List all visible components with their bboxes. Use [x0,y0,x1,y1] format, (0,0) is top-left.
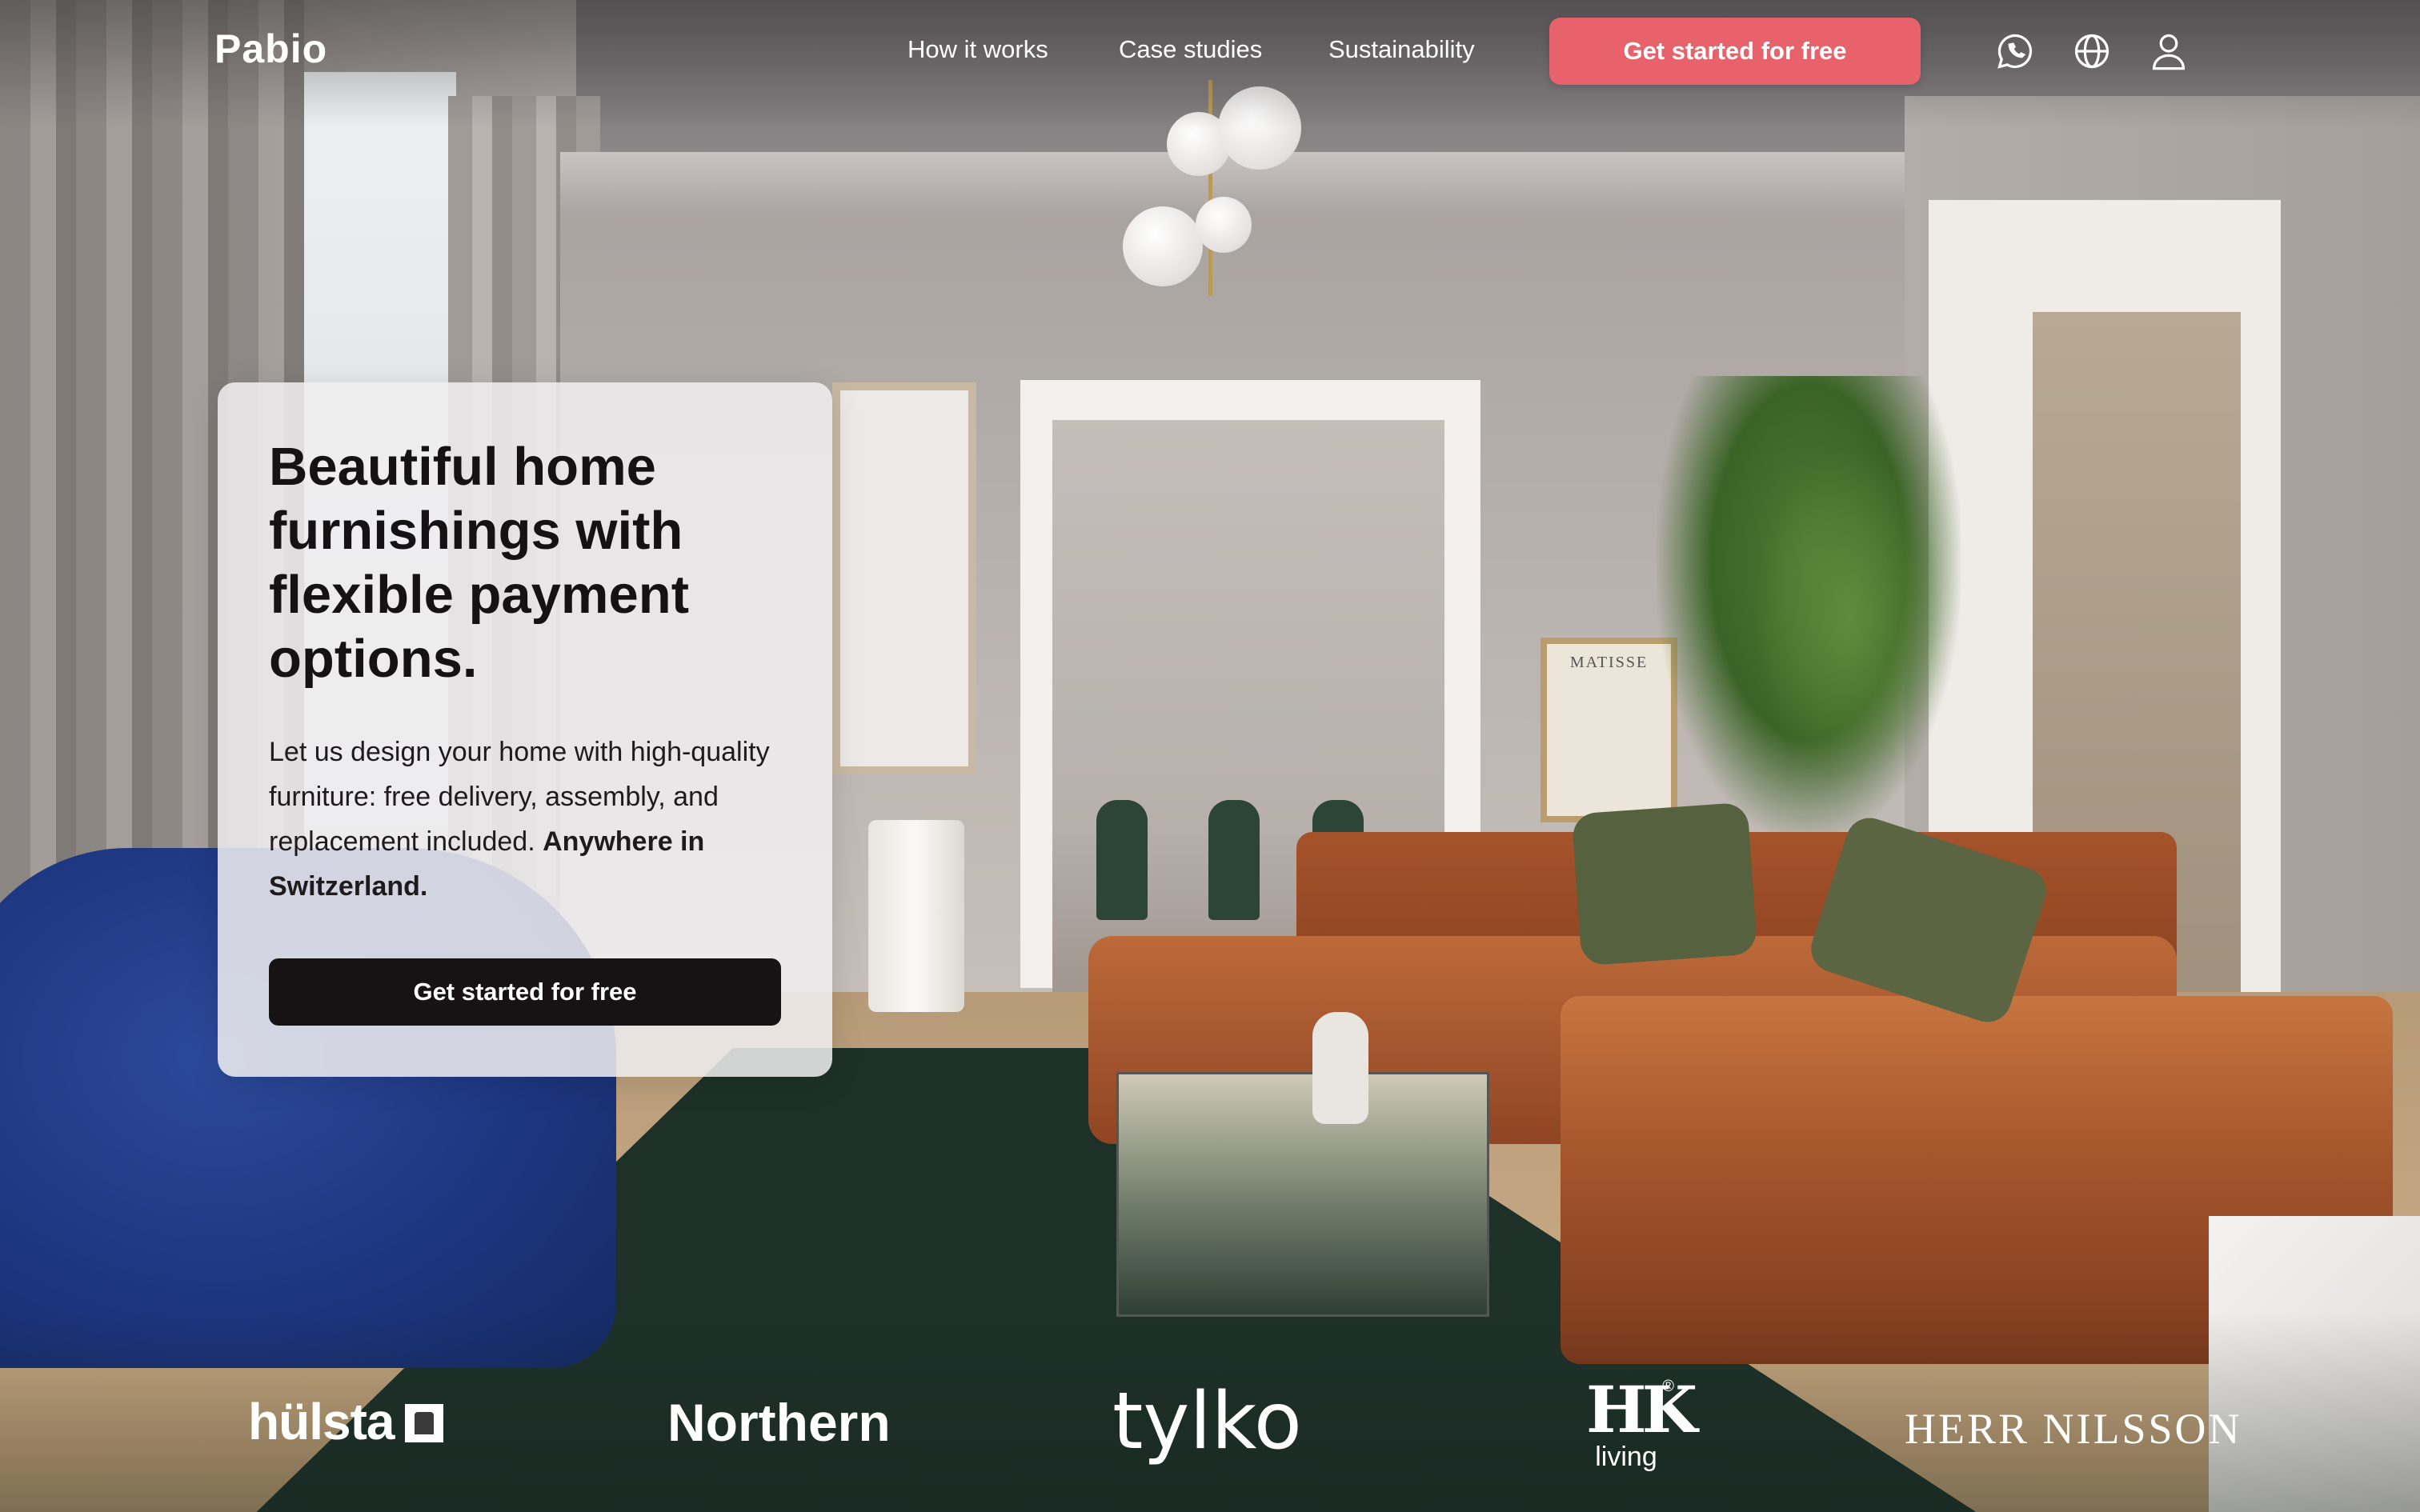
top-navigation: Pabio How it works Case studies Sustaina… [0,0,2420,106]
nav-get-started-button[interactable]: Get started for free [1549,18,1921,85]
brand-hk-text: HK [1586,1372,1697,1447]
dining-chair [1208,800,1260,920]
pendant-lamp-globe [1196,197,1252,253]
pendant-lamp-globe [1123,206,1203,286]
user-icon[interactable] [2148,30,2190,72]
site-logo[interactable]: Pabio [214,26,327,72]
brand-logo-hulsta: hülsta [248,1392,444,1451]
dining-chair [1096,800,1148,920]
nav-link-case-studies[interactable]: Case studies [1119,35,1262,64]
hero-get-started-button[interactable]: Get started for free [269,958,781,1026]
brand-logo-hk-living: HK living ® [1586,1372,1697,1472]
brand-hulsta-text: hülsta [248,1393,395,1450]
matisse-poster-text: MATISSE [1569,654,1649,671]
nav-link-sustainability[interactable]: Sustainability [1328,35,1475,64]
pedestal [868,820,964,1012]
hero-description: Let us design your home with high-qualit… [269,730,781,909]
globe-icon[interactable] [2071,30,2113,72]
wall-artwork [832,382,976,774]
brand-hk-living-text: living [1595,1442,1657,1472]
coffee-table [1116,1072,1489,1317]
brand-logo-northern: Northern [667,1393,891,1452]
plant [1753,448,1945,784]
hero-title: Beautiful home furnishings with flexible… [269,437,690,689]
cushion [1571,802,1758,966]
registered-mark: ® [1662,1378,1674,1395]
brand-logo-herr-nilsson: HERR NILSSON [1905,1405,2242,1453]
nav-link-how-it-works[interactable]: How it works [908,35,1048,64]
brand-logo-tylko: tylko [1112,1376,1302,1467]
whatsapp-icon[interactable] [1994,30,2036,72]
hero-card: Beautiful home furnishings with flexible… [218,382,832,1077]
vase [1312,1012,1368,1124]
hulsta-mark-icon [405,1404,444,1442]
